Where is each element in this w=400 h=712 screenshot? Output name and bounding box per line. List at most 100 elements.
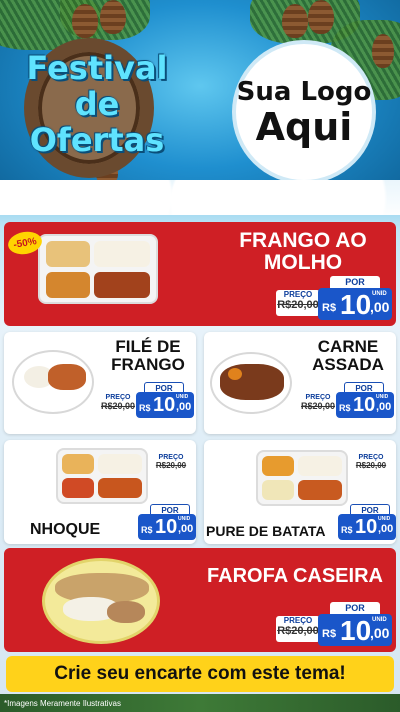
price-integer: 10	[340, 615, 372, 646]
product-name-line: FRANGO AO	[239, 229, 367, 252]
festival-title-line: Festival	[26, 49, 168, 87]
product-card-file-de-frango[interactable]: FILÉ DE FRANGO POR PREÇO R$20,00 R$ 10 U…	[4, 332, 196, 434]
festival-title-line: de	[74, 85, 120, 123]
old-price-tag: PREÇO R$20,00	[100, 394, 136, 416]
product-name-line: FRANGO	[111, 354, 185, 374]
price-decimal: ,00	[378, 523, 394, 535]
old-price-tag: PREÇO R$20,00	[276, 290, 320, 316]
product-name-line: FILÉ DE	[115, 337, 181, 356]
food-bowl-image	[42, 558, 160, 644]
pinecone-icon	[308, 0, 334, 34]
price-decimal: ,00	[370, 299, 390, 315]
old-price-value: R$20,00	[300, 401, 336, 411]
product-name-line: CARNE	[317, 337, 379, 356]
product-card-pure-de-batata[interactable]: PREÇO R$20,00 POR PURE DE BATATA R$ 10 U…	[204, 440, 396, 544]
create-flyer-button[interactable]: Crie seu encarte com este tema!	[6, 656, 394, 692]
food-item	[262, 456, 294, 476]
unit-label: UNID	[378, 516, 391, 522]
unit-label: UNID	[372, 291, 387, 297]
food-item	[46, 272, 90, 298]
preco-label: PREÇO	[305, 394, 331, 401]
food-item	[107, 601, 145, 623]
unit-label: UNID	[372, 617, 387, 623]
pinecone-icon	[282, 4, 308, 38]
food-item	[228, 368, 242, 380]
old-price-tag: PREÇO R$20,00	[300, 394, 336, 416]
old-price-value: R$20,00	[355, 461, 387, 470]
product-card-carne-assada[interactable]: CARNE ASSADA POR PREÇO R$20,00 R$ 10 UNI…	[204, 332, 396, 434]
price-integer: 10	[155, 516, 178, 538]
price-integer: 10	[340, 289, 372, 320]
old-price-value: R$20,00	[277, 625, 319, 637]
price-box: R$ 10 UNID ,00	[336, 392, 394, 418]
logo-text: Sua Logo	[236, 77, 372, 107]
food-item	[298, 456, 342, 476]
price-box: R$ 10 UNID ,00	[136, 392, 194, 418]
disclaimer-text: *Imagens Meramente Ilustrativas	[4, 699, 121, 708]
food-item	[94, 241, 150, 267]
currency-symbol: R$	[341, 525, 353, 535]
price-box: R$ 10 UNID ,00	[338, 514, 396, 540]
old-price-tag: PREÇO R$20,00	[354, 454, 388, 476]
currency-symbol: R$	[322, 628, 337, 640]
food-item	[298, 480, 342, 500]
price-box: R$ 10 UNID ,00	[318, 288, 392, 320]
price-box: R$ 10 UNID ,00	[138, 514, 196, 540]
old-price-value: R$20,00	[100, 401, 136, 411]
product-name-line: ASSADA	[312, 354, 384, 374]
price-box: R$ 10 UNID ,00	[318, 614, 392, 646]
pinecone-icon	[372, 34, 394, 68]
food-item	[98, 454, 142, 474]
food-item	[98, 478, 142, 498]
product-name: FILÉ DE FRANGO	[104, 338, 192, 374]
food-tray-image	[38, 234, 158, 304]
preco-label: PREÇO	[105, 394, 131, 401]
food-item	[62, 478, 94, 498]
price-integer: 10	[353, 394, 376, 416]
currency-symbol: R$	[141, 525, 153, 535]
preco-label: PREÇO	[358, 454, 384, 461]
currency-symbol: R$	[322, 302, 337, 314]
old-price-value: R$20,00	[277, 299, 319, 311]
currency-symbol: R$	[139, 403, 151, 413]
festival-title: Festival de Ofertas	[22, 50, 172, 158]
food-item	[46, 241, 90, 267]
product-name-line: MOLHO	[263, 251, 343, 275]
food-item	[94, 272, 150, 298]
price-integer: 10	[355, 516, 378, 538]
product-card-farofa-caseira[interactable]: FAROFA CASEIRA POR PREÇO R$20,00 R$ 10 U…	[4, 548, 396, 652]
price-integer: 10	[153, 394, 176, 416]
food-item	[48, 364, 86, 390]
price-decimal: ,00	[178, 523, 194, 535]
old-price-tag: PREÇO R$20,00	[154, 454, 188, 476]
product-card-frango-ao-molho[interactable]: FRANGO AO MOLHO POR PREÇO R$20,00 R$ 10 …	[4, 222, 396, 326]
product-name: FAROFA CASEIRA	[207, 565, 383, 587]
price-decimal: ,00	[176, 401, 192, 413]
food-item	[62, 454, 94, 474]
product-name: PURE DE BATATA	[206, 523, 326, 539]
food-item	[262, 480, 294, 500]
preco-label: PREÇO	[283, 616, 313, 625]
preco-label: PREÇO	[283, 290, 313, 299]
preco-label: PREÇO	[158, 454, 184, 461]
unit-label: UNID	[178, 516, 191, 522]
unit-label: UNID	[176, 394, 189, 400]
header-banner: Festival de Ofertas Sua Logo Aqui	[0, 0, 400, 215]
snow-band	[0, 180, 400, 215]
food-tray-image	[256, 450, 348, 506]
festival-title-line: Ofertas	[29, 121, 165, 159]
product-name: NHOQUE	[30, 521, 101, 538]
old-price-value: R$20,00	[155, 461, 187, 470]
price-decimal: ,00	[370, 625, 390, 641]
logo-placeholder: Sua Logo Aqui	[236, 44, 372, 180]
food-tray-image	[56, 448, 148, 504]
logo-text: Aqui	[255, 105, 353, 149]
product-card-nhoque[interactable]: PREÇO R$20,00 POR NHOQUE R$ 10 UNID ,00	[4, 440, 196, 544]
unit-label: UNID	[376, 394, 389, 400]
price-decimal: ,00	[376, 401, 392, 413]
pinecone-icon	[100, 0, 126, 34]
product-name: CARNE ASSADA	[304, 338, 392, 374]
product-name: FRANGO AO MOLHO	[218, 229, 388, 275]
pinecone-icon	[72, 4, 98, 38]
currency-symbol: R$	[339, 403, 351, 413]
